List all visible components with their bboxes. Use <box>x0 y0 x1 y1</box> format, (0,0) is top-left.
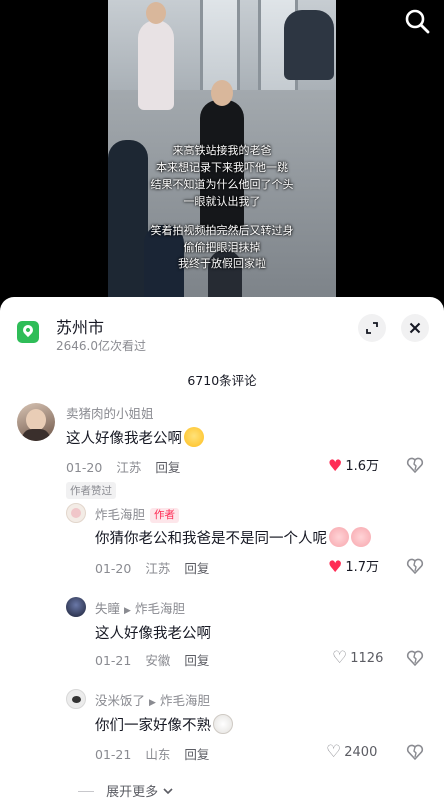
reply-region: 安徽 <box>145 653 171 668</box>
author-badge: 作者 <box>150 508 180 523</box>
video-person-head <box>211 80 233 106</box>
video-caption-line: 一眼就认出我了 <box>183 195 261 208</box>
expand-button[interactable] <box>358 314 386 342</box>
reply-region: 江苏 <box>145 561 171 576</box>
reply-text: 这人好像我老公啊 <box>95 626 211 642</box>
dislike-icon[interactable] <box>406 649 424 667</box>
heart-icon: ♥ <box>328 557 343 576</box>
reply-date: 01-20 <box>95 561 132 576</box>
video-person <box>284 10 334 80</box>
chevron-down-icon <box>163 788 173 795</box>
reply-text: 你猜你老公和我爸是不是同一个人呢 <box>95 527 371 548</box>
reply-button[interactable]: 回复 <box>184 561 209 576</box>
heart-icon: ♡ <box>332 648 348 668</box>
reply-text: 你们一家好像不熟 <box>95 714 233 735</box>
reply-username[interactable]: 炸毛海胆 作者 <box>95 504 180 523</box>
author-liked-badge: 作者赞过 <box>66 482 116 499</box>
reply-username[interactable]: 没米饭了 ▶ 炸毛海胆 <box>95 690 210 709</box>
reply-meta: 01-21 安徽 回复 <box>95 650 223 669</box>
cat-emoji-icon <box>213 714 233 734</box>
dislike-icon[interactable] <box>406 743 424 761</box>
like-button[interactable]: ♥ 1.7万 <box>328 556 379 576</box>
video-caption-line: 来高铁站接我的老爸 <box>172 144 272 157</box>
comment-panel: 苏州市 2646.0亿次看过 6710条评论 卖猪肉的小姐姐 这人好像我老公啊 … <box>0 297 444 800</box>
reply-arrow-icon: ▶ <box>149 698 156 708</box>
dislike-icon[interactable] <box>406 557 424 575</box>
video-caption-line: 我终于放假回家啦 <box>178 257 266 270</box>
expand-more-button[interactable]: 展开更多 <box>78 781 174 800</box>
avatar[interactable] <box>66 689 86 709</box>
reply-meta: 01-20 江苏 回复 <box>95 558 223 577</box>
dislike-icon[interactable] <box>406 456 424 474</box>
video-caption-line: 笑着拍视频拍完然后又转过身 <box>150 224 294 237</box>
location-name[interactable]: 苏州市 <box>56 314 104 338</box>
video-caption-line: 本来想记录下来我吓他一跳 <box>156 161 288 174</box>
reply-date: 01-21 <box>95 653 132 668</box>
like-button[interactable]: ♡ 2400 <box>326 742 377 762</box>
video-person <box>138 20 174 110</box>
avatar[interactable] <box>66 503 86 523</box>
comment-count: 6710条评论 <box>187 373 257 388</box>
like-count: 1.7万 <box>345 560 380 575</box>
heart-icon: ♥ <box>328 456 343 475</box>
comment-text: 这人好像我老公啊 <box>66 427 204 448</box>
laughing-emoji-icon <box>184 427 204 447</box>
reply-region: 山东 <box>145 747 171 762</box>
like-count: 2400 <box>344 745 378 760</box>
search-icon <box>405 9 430 34</box>
comment-username[interactable]: 卖猪肉的小姐姐 <box>66 403 154 422</box>
reply-username[interactable]: 失瞳 ▶ 炸毛海胆 <box>95 598 185 617</box>
location-pin-icon[interactable] <box>17 321 39 343</box>
video-player[interactable]: 来高铁站接我的老爸 本来想记录下来我吓他一跳 结果不知道为什么他回了个头 一眼就… <box>0 0 444 310</box>
avatar[interactable] <box>66 597 86 617</box>
reply-button[interactable]: 回复 <box>184 653 209 668</box>
pig-emoji-icon <box>351 527 371 547</box>
reply-button[interactable]: 回复 <box>184 747 209 762</box>
comment-region: 江苏 <box>116 460 142 475</box>
avatar[interactable] <box>17 403 55 441</box>
comment-date: 01-20 <box>66 460 103 475</box>
like-button[interactable]: ♥ 1.6万 <box>328 455 379 475</box>
reply-date: 01-21 <box>95 747 132 762</box>
close-button[interactable] <box>401 314 429 342</box>
reply-meta: 01-21 山东 回复 <box>95 744 223 763</box>
pig-emoji-icon <box>329 527 349 547</box>
search-button[interactable] <box>404 8 430 34</box>
video-caption-line: 偷偷把眼泪抹掉 <box>183 241 261 254</box>
close-icon <box>409 322 421 334</box>
reply-button[interactable]: 回复 <box>155 460 180 475</box>
like-button[interactable]: ♡ 1126 <box>332 648 383 668</box>
video-person-head <box>146 2 166 24</box>
like-count: 1126 <box>350 651 384 666</box>
like-count: 1.6万 <box>345 459 380 474</box>
location-views: 2646.0亿次看过 <box>56 339 146 353</box>
reply-arrow-icon: ▶ <box>124 606 131 616</box>
video-caption-line: 结果不知道为什么他回了个头 <box>150 178 294 191</box>
comment-meta: 01-20 江苏 回复 <box>66 457 194 476</box>
heart-icon: ♡ <box>326 742 342 762</box>
expand-icon <box>366 322 378 334</box>
